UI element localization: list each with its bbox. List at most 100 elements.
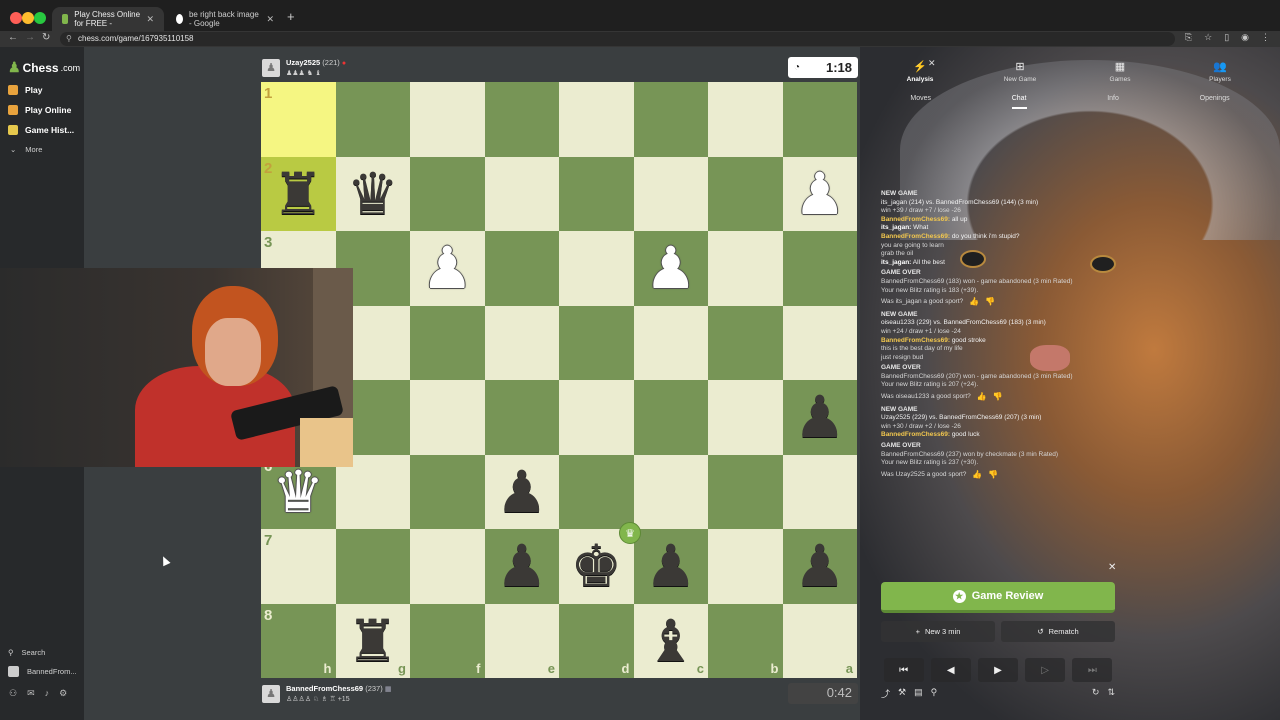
board-square[interactable]: ♟ — [782, 380, 857, 455]
board-square[interactable]: 7 — [261, 529, 336, 604]
close-tab-icon[interactable]: ✕ — [146, 14, 154, 25]
forward-icon[interactable]: → — [25, 32, 35, 43]
board-square[interactable]: b — [708, 603, 783, 678]
thumbs-up-icon[interactable]: 👍 — [969, 298, 979, 307]
chess-piece[interactable]: ♛ — [272, 463, 324, 521]
avatar[interactable]: ♟ — [262, 684, 280, 703]
board-square[interactable] — [559, 305, 634, 380]
board-square[interactable]: d — [559, 603, 634, 678]
board-square[interactable] — [633, 305, 708, 380]
board-square[interactable] — [708, 231, 783, 306]
board-square[interactable] — [559, 380, 634, 455]
board-square[interactable]: g ♜ — [335, 603, 410, 678]
analysis-board-icon[interactable]: ⚒ — [898, 687, 906, 700]
reload-icon[interactable]: ↻ — [42, 32, 50, 43]
board-square[interactable] — [410, 454, 485, 529]
board-square[interactable] — [410, 305, 485, 380]
chat-username[interactable]: its_jagan: — [881, 259, 911, 266]
sidebar-search[interactable]: ⚲ Search — [8, 648, 45, 657]
thumbs-down-icon[interactable]: 👎 — [993, 392, 1003, 402]
chess-piece[interactable]: ♟ — [645, 239, 697, 297]
board-square[interactable] — [484, 305, 559, 380]
board-square[interactable]: f — [410, 603, 485, 678]
board-square[interactable] — [782, 82, 857, 157]
last-move-icon[interactable]: ⏭ — [1072, 658, 1113, 682]
board-square[interactable] — [559, 454, 634, 529]
board-square[interactable] — [708, 82, 783, 157]
thumbs-up-icon[interactable]: 👍 — [977, 392, 987, 402]
chess-piece[interactable]: ♟ — [645, 537, 697, 595]
board-square[interactable] — [410, 529, 485, 604]
subtab-chat[interactable]: Chat — [1011, 95, 1027, 109]
close-window-button[interactable] — [10, 12, 22, 24]
tab-new-game[interactable]: ⊞ New Game — [990, 60, 1050, 85]
close-tab-icon[interactable]: ✕ — [266, 14, 274, 25]
site-info-icon[interactable]: ⚲ — [66, 32, 72, 46]
board-square[interactable] — [559, 156, 634, 231]
tab-analysis[interactable]: ⚡ Analysis — [890, 60, 950, 85]
game-review-button[interactable]: ★ Game Review — [881, 582, 1115, 613]
avatar[interactable]: ♟ — [262, 58, 280, 77]
player-name[interactable]: Uzay2525 — [286, 58, 320, 67]
chess-piece[interactable]: ♟ — [496, 463, 548, 521]
board-square[interactable] — [335, 82, 410, 157]
settings-gear-icon[interactable]: ⚙ — [59, 688, 67, 699]
chess-piece[interactable]: ♜ — [272, 165, 324, 223]
board-square[interactable] — [484, 231, 559, 306]
board-square[interactable] — [708, 380, 783, 455]
previous-move-icon[interactable]: ◀ — [930, 658, 971, 682]
new-game-button[interactable]: + New 3 min — [881, 621, 995, 642]
rematch-button[interactable]: ↺ Rematch — [1001, 621, 1115, 642]
next-move-icon[interactable]: ▷ — [1025, 658, 1066, 682]
new-tab-icon[interactable]: + — [287, 9, 295, 24]
board-square[interactable] — [484, 156, 559, 231]
board-square[interactable] — [633, 380, 708, 455]
thumbs-up-icon[interactable]: 👍 — [972, 470, 982, 480]
board-square[interactable] — [708, 454, 783, 529]
board-square[interactable] — [410, 82, 485, 157]
board-square[interactable]: ♟ — [410, 231, 485, 306]
board-square[interactable]: 2 ♜ — [261, 156, 336, 231]
url-bar[interactable]: ⚲ chess.com/game/167935110158 — [60, 32, 1175, 46]
minimize-window-button[interactable] — [22, 12, 34, 24]
board-square[interactable]: ♟ — [633, 231, 708, 306]
back-icon[interactable]: ← — [8, 32, 18, 43]
board-square[interactable] — [633, 156, 708, 231]
share-icon[interactable]: ⤴ — [881, 687, 890, 700]
thumbs-down-icon[interactable]: 👎 — [988, 470, 998, 480]
first-move-icon[interactable]: ⏮ — [883, 658, 924, 682]
subtab-openings[interactable]: Openings — [1200, 95, 1230, 109]
board-square[interactable] — [559, 231, 634, 306]
chess-piece[interactable]: ♛ — [347, 165, 399, 223]
chess-piece[interactable]: ♟ — [794, 388, 846, 446]
chess-piece[interactable]: ♟ — [421, 239, 473, 297]
board-square[interactable] — [484, 82, 559, 157]
board-square[interactable]: ♛ — [335, 156, 410, 231]
chess-piece[interactable]: ♟ — [794, 537, 846, 595]
board-square[interactable]: 8h — [261, 603, 336, 678]
save-icon[interactable]: ▤ — [914, 687, 923, 700]
chess-piece[interactable]: ♚ — [570, 537, 622, 595]
profile-icon[interactable]: ◉ — [1241, 32, 1249, 43]
board-square[interactable] — [782, 454, 857, 529]
board-square[interactable]: c ♝ — [633, 603, 708, 678]
refresh-icon[interactable]: ↻ — [1092, 687, 1100, 700]
sidebar-item-play[interactable]: Play — [8, 85, 43, 95]
zoom-icon[interactable]: ⚲ — [931, 687, 938, 700]
board-square[interactable] — [410, 156, 485, 231]
chess-logo[interactable]: ♟ Chess .com — [8, 59, 80, 76]
board-square[interactable] — [708, 156, 783, 231]
chat-username[interactable]: its_jagan: — [881, 224, 911, 231]
tab-players[interactable]: 👥 Players — [1190, 60, 1250, 85]
chat-username[interactable]: BannedFromChess69: — [881, 431, 950, 438]
tab-games[interactable]: ▦ Games — [1090, 60, 1150, 85]
install-icon[interactable]: ⎘ — [1185, 32, 1192, 43]
sidebar-item-game-history[interactable]: Game Hist... — [8, 125, 74, 135]
chess-piece[interactable]: ♟ — [496, 537, 548, 595]
board-square[interactable] — [708, 529, 783, 604]
close-review-icon[interactable]: ✕ — [1108, 562, 1116, 573]
board-square[interactable] — [484, 380, 559, 455]
board-square[interactable]: 1 — [261, 82, 336, 157]
thumbs-down-icon[interactable]: 👎 — [985, 298, 995, 307]
board-square[interactable]: e — [484, 603, 559, 678]
